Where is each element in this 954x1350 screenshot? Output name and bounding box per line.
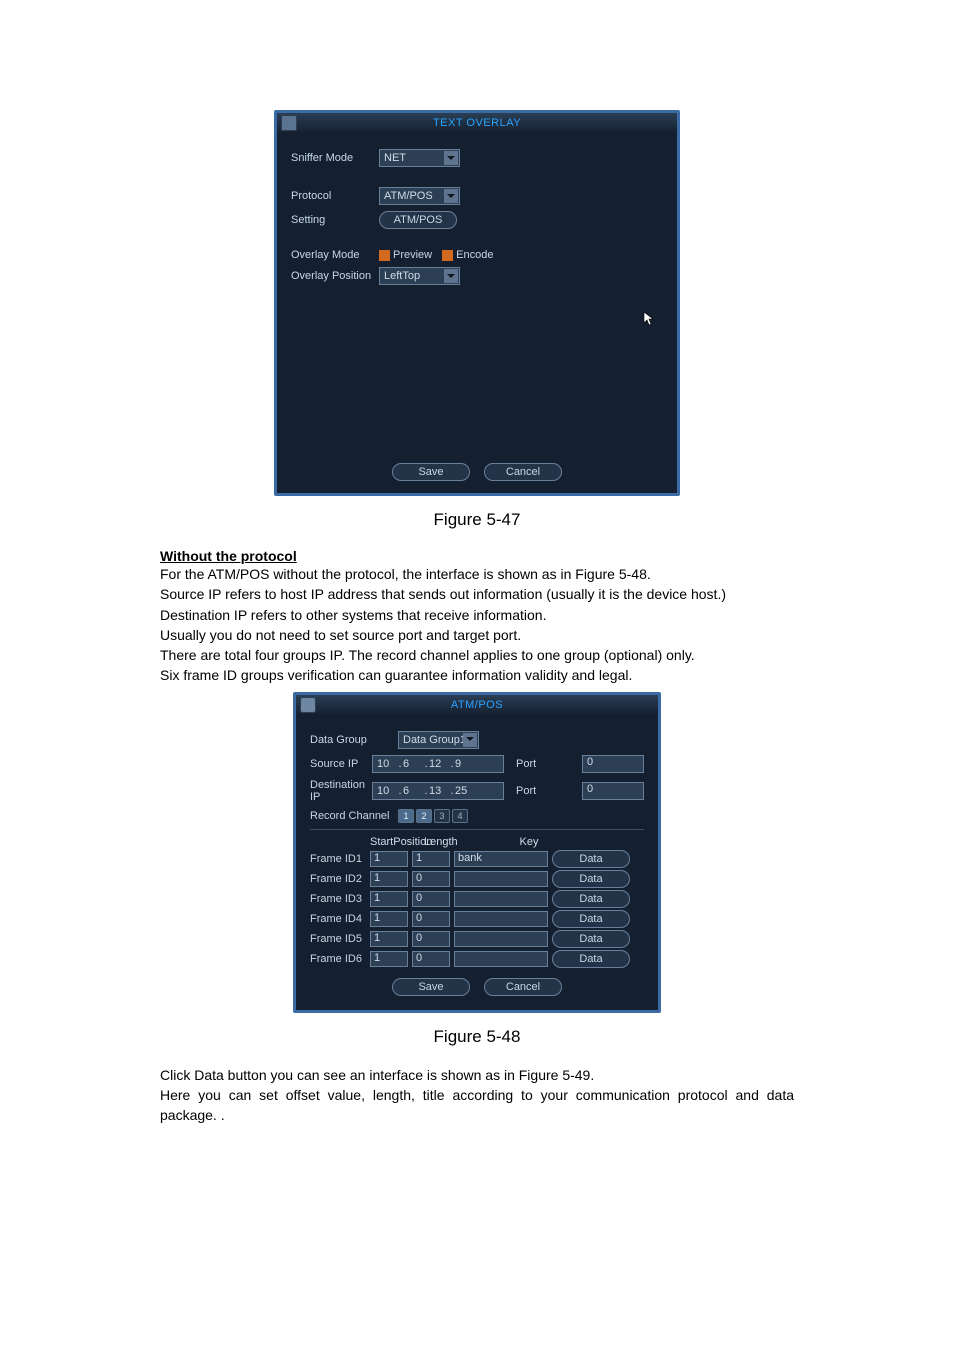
record-channel-1[interactable]: 1	[398, 809, 414, 823]
frame-id-label: Frame ID3	[310, 893, 366, 905]
protocol-dropdown[interactable]: ATM/POS	[379, 187, 460, 205]
data-group-label: Data Group	[310, 734, 398, 746]
length-input[interactable]: 0	[412, 891, 450, 907]
window-title: ATM/POS	[451, 699, 503, 711]
source-ip-input[interactable]: 10. 6. 12. 9	[372, 755, 504, 773]
body-text: Usually you do not need to set source po…	[160, 625, 794, 645]
section-heading: Without the protocol	[160, 548, 794, 564]
key-input[interactable]: bank	[454, 851, 548, 867]
overlay-mode-label: Overlay Mode	[291, 249, 379, 261]
overlay-position-label: Overlay Position	[291, 270, 379, 282]
length-input[interactable]: 0	[412, 951, 450, 967]
body-text: There are total four groups IP. The reco…	[160, 645, 794, 665]
frame-id-label: Frame ID6	[310, 953, 366, 965]
window-icon	[300, 697, 316, 713]
overlay-position-dropdown[interactable]: LeftTop	[379, 267, 460, 285]
start-position-input[interactable]: 1	[370, 951, 408, 967]
save-button[interactable]: Save	[392, 463, 470, 481]
start-position-input[interactable]: 1	[370, 871, 408, 887]
encode-checkbox[interactable]: Encode	[442, 249, 493, 261]
destination-port-input[interactable]: 0	[582, 782, 644, 800]
frame-row: Frame ID2 10 Data	[310, 870, 644, 888]
port-label: Port	[516, 758, 578, 770]
atm-pos-window: ATM/POS Data Group Data Group1 Source IP…	[293, 692, 661, 1013]
save-button[interactable]: Save	[392, 978, 470, 996]
setting-label: Setting	[291, 214, 379, 226]
frame-row: Frame ID5 10 Data	[310, 930, 644, 948]
frame-row: Frame ID3 10 Data	[310, 890, 644, 908]
data-button[interactable]: Data	[552, 910, 630, 928]
window-icon	[281, 115, 297, 131]
window-titlebar: TEXT OVERLAY	[277, 113, 677, 133]
protocol-value: ATM/POS	[384, 190, 433, 202]
cursor-icon	[643, 311, 655, 327]
data-group-dropdown[interactable]: Data Group1	[398, 731, 479, 749]
body-text: Here you can set offset value, length, t…	[160, 1085, 794, 1126]
data-button[interactable]: Data	[552, 930, 630, 948]
start-position-input[interactable]: 1	[370, 911, 408, 927]
text-overlay-window: TEXT OVERLAY Sniffer Mode NET Protocol A…	[274, 110, 680, 496]
key-input[interactable]	[454, 891, 548, 907]
start-position-input[interactable]: 1	[370, 851, 408, 867]
record-channel-2[interactable]: 2	[416, 809, 432, 823]
sniffer-mode-dropdown[interactable]: NET	[379, 149, 460, 167]
atm-pos-setting-button[interactable]: ATM/POS	[379, 211, 457, 229]
start-position-input[interactable]: 1	[370, 891, 408, 907]
destination-ip-input[interactable]: 10. 6. 13. 25	[372, 782, 504, 800]
source-port-input[interactable]: 0	[582, 755, 644, 773]
body-text: Destination IP refers to other systems t…	[160, 605, 794, 625]
frame-row: Frame ID6 10 Data	[310, 950, 644, 968]
cancel-button[interactable]: Cancel	[484, 463, 562, 481]
frame-row: Frame ID4 10 Data	[310, 910, 644, 928]
length-input[interactable]: 0	[412, 931, 450, 947]
length-input[interactable]: 1	[412, 851, 450, 867]
key-input[interactable]	[454, 871, 548, 887]
data-button[interactable]: Data	[552, 850, 630, 868]
body-text: Source IP refers to host IP address that…	[160, 584, 794, 604]
cancel-button[interactable]: Cancel	[484, 978, 562, 996]
data-button[interactable]: Data	[552, 870, 630, 888]
key-input[interactable]	[454, 951, 548, 967]
frame-table-header: StartPosition Length Key	[310, 836, 644, 848]
record-channel-4[interactable]: 4	[452, 809, 468, 823]
chevron-down-icon	[463, 733, 477, 747]
figure-caption: Figure 5-47	[160, 510, 794, 530]
sniffer-mode-label: Sniffer Mode	[291, 152, 379, 164]
length-input[interactable]: 0	[412, 911, 450, 927]
record-channel-3[interactable]: 3	[434, 809, 450, 823]
frame-id-label: Frame ID1	[310, 853, 366, 865]
divider	[310, 829, 644, 830]
data-group-value: Data Group1	[403, 734, 466, 746]
body-text: Six frame ID groups verification can gua…	[160, 665, 794, 685]
chevron-down-icon	[444, 189, 458, 203]
body-text: For the ATM/POS without the protocol, th…	[160, 564, 794, 584]
window-titlebar: ATM/POS	[296, 695, 658, 715]
overlay-position-value: LeftTop	[384, 270, 420, 282]
length-input[interactable]: 0	[412, 871, 450, 887]
destination-ip-label: Destination IP	[310, 779, 372, 803]
data-button[interactable]: Data	[552, 890, 630, 908]
preview-checkbox[interactable]: Preview	[379, 249, 432, 261]
frame-id-label: Frame ID4	[310, 913, 366, 925]
figure-caption: Figure 5-48	[160, 1027, 794, 1047]
chevron-down-icon	[444, 151, 458, 165]
frame-id-label: Frame ID2	[310, 873, 366, 885]
frame-row: Frame ID111bankData	[310, 850, 644, 868]
body-text: Click Data button you can see an interfa…	[160, 1065, 794, 1085]
protocol-label: Protocol	[291, 190, 379, 202]
start-position-input[interactable]: 1	[370, 931, 408, 947]
window-title: TEXT OVERLAY	[433, 117, 521, 129]
sniffer-mode-value: NET	[384, 152, 406, 164]
source-ip-label: Source IP	[310, 758, 372, 770]
data-button[interactable]: Data	[552, 950, 630, 968]
record-channel-label: Record Channel	[310, 810, 398, 822]
port-label: Port	[516, 785, 578, 797]
chevron-down-icon	[444, 269, 458, 283]
key-input[interactable]	[454, 911, 548, 927]
checkbox-icon	[442, 250, 453, 261]
record-channel-group: 1234	[398, 809, 470, 823]
frame-id-label: Frame ID5	[310, 933, 366, 945]
checkbox-icon	[379, 250, 390, 261]
key-input[interactable]	[454, 931, 548, 947]
